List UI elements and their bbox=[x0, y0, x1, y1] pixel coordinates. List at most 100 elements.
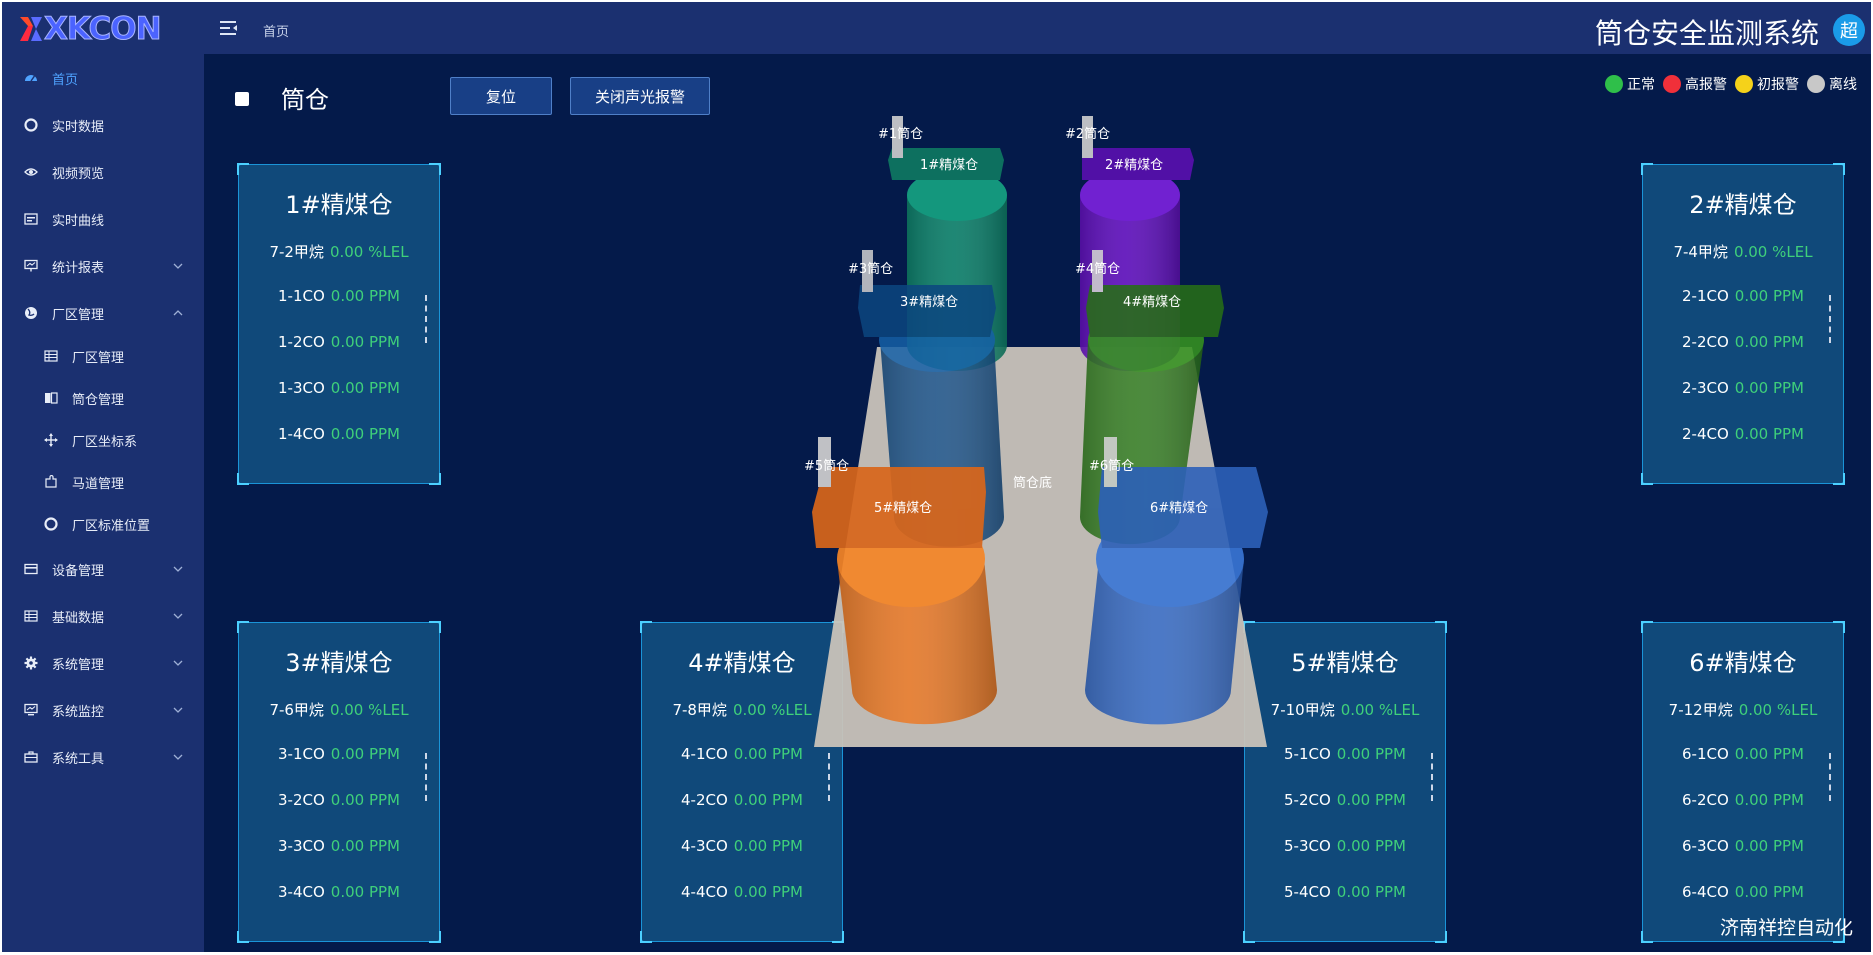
panel-corner bbox=[429, 473, 441, 485]
avatar[interactable]: 超 bbox=[1833, 14, 1865, 46]
sidebar-item-label: 实时曲线 bbox=[52, 213, 105, 229]
sidebar-item-2[interactable]: 视频预览 bbox=[2, 152, 204, 192]
sensor-value: 0.00 %LEL bbox=[1738, 701, 1818, 719]
life-ring-icon bbox=[24, 118, 38, 132]
logo-mark-icon bbox=[20, 17, 42, 41]
sidebar-item-8[interactable]: 厂区坐标系 bbox=[2, 420, 204, 460]
sensor-label: 6-4CO bbox=[1682, 883, 1729, 901]
chevron-up-icon bbox=[173, 310, 183, 316]
sidebar-item-label: 厂区管理 bbox=[72, 350, 125, 366]
gear-icon bbox=[24, 656, 38, 670]
sidebar-item-label: 系统工具 bbox=[52, 751, 105, 767]
silo-5-tag: #5筒仓 bbox=[804, 458, 849, 474]
sensor-value: 0.00 PPM bbox=[330, 745, 400, 763]
sensor-value: 0.00 PPM bbox=[1734, 287, 1804, 305]
sidebar-item-label: 视频预览 bbox=[52, 166, 105, 182]
panel-title: 2#精煤仓 bbox=[1689, 191, 1797, 219]
sidebar-item-9[interactable]: 马道管理 bbox=[2, 462, 204, 502]
sensor-label: 7-12甲烷 bbox=[1668, 701, 1733, 719]
sensor-label: 7-6甲烷 bbox=[269, 701, 324, 719]
logo-text: XKCON bbox=[44, 11, 163, 48]
sensor-row: 1-3CO 0.00 PPM bbox=[239, 379, 439, 397]
page-title: 筒仓 bbox=[281, 86, 329, 114]
panel-corner bbox=[1641, 621, 1653, 633]
logo: XKCON bbox=[20, 11, 163, 48]
sidebar-item-4[interactable]: 统计报表 bbox=[2, 246, 204, 286]
mute-alarm-button[interactable]: 关闭声光报警 bbox=[570, 77, 710, 115]
sensor-row: 7-12甲烷 0.00 %LEL bbox=[1643, 699, 1843, 720]
page-checkbox[interactable] bbox=[235, 92, 249, 106]
panel-corner bbox=[1641, 931, 1653, 943]
sensor-label: 3-2CO bbox=[278, 791, 325, 809]
sidebar-item-6[interactable]: 厂区管理 bbox=[2, 336, 204, 376]
sidebar-item-label: 马道管理 bbox=[72, 476, 125, 492]
status-dot-icon bbox=[1663, 75, 1681, 93]
panel-title: 1#精煤仓 bbox=[285, 191, 393, 219]
sensor-label: 2-1CO bbox=[1682, 287, 1729, 305]
chevron-down-icon bbox=[173, 754, 183, 760]
sidebar-item-label: 厂区管理 bbox=[52, 307, 105, 323]
card-icon bbox=[24, 562, 38, 576]
silo-base-label: 筒仓底 bbox=[1013, 475, 1052, 491]
sidebar-item-11[interactable]: 设备管理 bbox=[2, 549, 204, 589]
sidebar-item-13[interactable]: 系统管理 bbox=[2, 643, 204, 683]
sensor-label: 5-3CO bbox=[1284, 837, 1331, 855]
sensor-row: 5-3CO 0.00 PPM bbox=[1245, 837, 1445, 855]
sensor-label: 5-2CO bbox=[1284, 791, 1331, 809]
silo-panel-6: 6#精煤仓 7-12甲烷 0.00 %LEL 6-1CO 0.00 PPM 6-2CO 0.… bbox=[1641, 621, 1845, 943]
company-name: 济南祥控自动化 bbox=[1719, 917, 1853, 939]
sidebar-item-10[interactable]: 厂区标准位置 bbox=[2, 504, 204, 544]
silo-1-tag: #1筒仓 bbox=[878, 126, 923, 142]
status-dot-icon bbox=[1605, 75, 1623, 93]
sensor-value: 0.00 PPM bbox=[1336, 791, 1406, 809]
reset-button[interactable]: 复位 bbox=[450, 77, 552, 115]
toolbox-icon bbox=[24, 750, 38, 764]
panel-corner bbox=[429, 163, 441, 175]
sidebar-item-12[interactable]: 基础数据 bbox=[2, 596, 204, 636]
move-icon bbox=[44, 433, 58, 447]
sensor-row: 1-1CO 0.00 PPM bbox=[239, 287, 439, 305]
menu-toggle-icon[interactable] bbox=[220, 20, 238, 36]
sensor-value: 0.00 PPM bbox=[330, 425, 400, 443]
status-dot-icon bbox=[1807, 75, 1825, 93]
sensor-row: 4-2CO 0.00 PPM bbox=[642, 791, 842, 809]
legend-label: 初报警 bbox=[1757, 77, 1799, 93]
sidebar-item-15[interactable]: 系统工具 bbox=[2, 737, 204, 777]
sensor-row: 5-4CO 0.00 PPM bbox=[1245, 883, 1445, 901]
sensor-value: 0.00 PPM bbox=[330, 379, 400, 397]
sidebar-item-0[interactable]: 首页 bbox=[2, 58, 204, 98]
silo-2-tag: #2筒仓 bbox=[1065, 126, 1110, 142]
sensor-row: 1-2CO 0.00 PPM bbox=[239, 333, 439, 351]
sensor-row: 7-2甲烷 0.00 %LEL bbox=[239, 241, 439, 262]
panel-corner bbox=[429, 931, 441, 943]
panel-title: 6#精煤仓 bbox=[1689, 649, 1797, 677]
sensor-value: 0.00 PPM bbox=[1336, 883, 1406, 901]
panel-corner bbox=[237, 621, 249, 633]
sidebar-item-label: 实时数据 bbox=[52, 119, 105, 135]
sidebar-item-label: 厂区坐标系 bbox=[72, 434, 138, 450]
sidebar: XKCON 首页 实时数据 视频预览 实时曲线 统计报表 厂区管理 厂区管理 筒仓管理 厂区坐标… bbox=[2, 2, 204, 952]
sidebar-item-5[interactable]: 厂区管理 bbox=[2, 293, 204, 333]
sidebar-item-label: 统计报表 bbox=[52, 260, 105, 276]
sidebar-item-7[interactable]: 筒仓管理 bbox=[2, 378, 204, 418]
panel-title: 3#精煤仓 bbox=[285, 649, 393, 677]
breadcrumb[interactable]: 首页 bbox=[263, 21, 289, 40]
system-title: 筒仓安全监测系统 bbox=[1594, 17, 1819, 50]
sensor-row: 2-3CO 0.00 PPM bbox=[1643, 379, 1843, 397]
silo-3d-canvas[interactable]: 筒仓底 #1筒仓 1#精煤仓 #2筒仓 2#精煤仓 #3筒仓 3#精煤仓 #4筒… bbox=[792, 102, 1312, 762]
sensor-label: 6-3CO bbox=[1682, 837, 1729, 855]
silo-3d-scene[interactable]: 筒仓底 #1筒仓 1#精煤仓 #2筒仓 2#精煤仓 #3筒仓 3#精煤仓 #4筒… bbox=[792, 102, 1312, 762]
sensor-label: 1-2CO bbox=[278, 333, 325, 351]
sensor-value: 0.00 %LEL bbox=[329, 243, 409, 261]
legend-normal: 正常 bbox=[1605, 74, 1655, 94]
sensor-row: 6-1CO 0.00 PPM bbox=[1643, 745, 1843, 763]
sidebar-item-14[interactable]: 系统监控 bbox=[2, 690, 204, 730]
sidebar-item-label: 厂区标准位置 bbox=[72, 518, 151, 534]
sensor-row: 1-4CO 0.00 PPM bbox=[239, 425, 439, 443]
sensor-label: 1-4CO bbox=[278, 425, 325, 443]
sidebar-item-3[interactable]: 实时曲线 bbox=[2, 199, 204, 239]
sensor-row: 6-4CO 0.00 PPM bbox=[1643, 883, 1843, 901]
sidebar-item-1[interactable]: 实时数据 bbox=[2, 105, 204, 145]
puzzle-icon bbox=[44, 475, 58, 489]
panel-corner bbox=[640, 931, 652, 943]
